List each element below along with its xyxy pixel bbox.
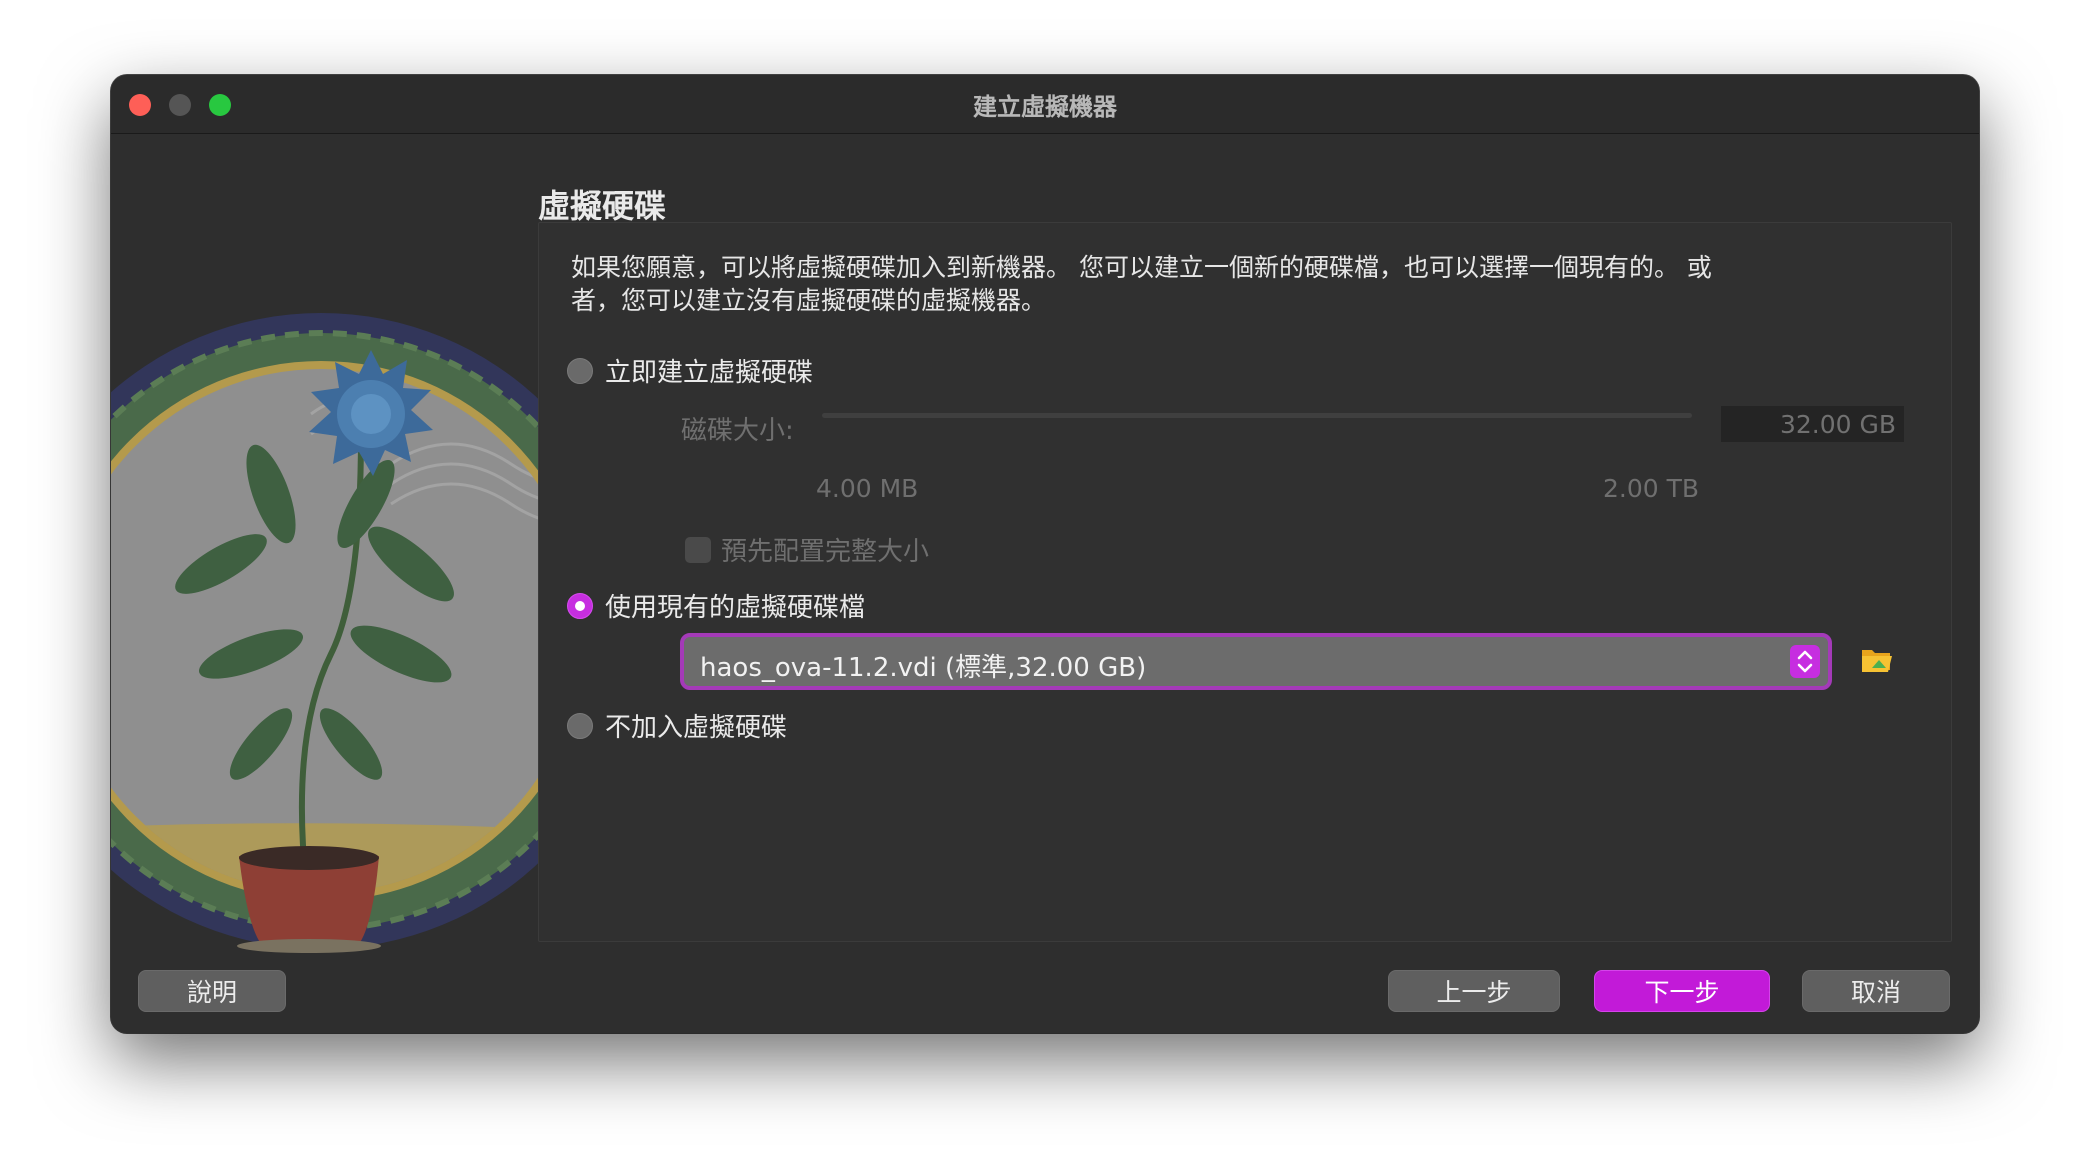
existing-disk-selected-value: haos_ova-11.2.vdi (標準,32.00 GB) [700,653,1147,683]
options-panel [538,222,1952,942]
existing-disk-select[interactable]: haos_ova-11.2.vdi (標準,32.00 GB) [680,633,1832,690]
create-new-disk-option[interactable]: 立即建立虛擬硬碟 [567,352,813,389]
no-disk-option[interactable]: 不加入虛擬硬碟 [567,707,787,744]
no-disk-radio[interactable] [567,712,593,739]
use-existing-disk-option[interactable]: 使用現有的虛擬硬碟檔 [567,587,865,624]
disk-size-min-label: 4.00 MB [816,474,919,503]
radio-selected-dot [575,600,585,611]
disk-size-label: 磁碟大小: [681,416,794,446]
no-disk-label: 不加入虛擬硬碟 [605,713,788,743]
page-title: 虛擬硬碟 [538,187,667,225]
window-title: 建立虛擬機器 [973,93,1117,121]
prealloc-option: 預先配置完整大小 [685,531,929,568]
use-existing-disk-radio[interactable] [567,592,593,619]
prealloc-label: 預先配置完整大小 [721,537,930,567]
disk-size-input: 32.00 GB [1721,406,1904,442]
title-bar: 建立虛擬機器 [111,75,1979,134]
chevron-up-down-icon[interactable] [1790,645,1820,678]
prealloc-checkbox [685,536,711,563]
create-new-disk-radio[interactable] [567,357,593,384]
create-new-disk-label: 立即建立虛擬硬碟 [605,358,814,388]
disk-size-max-label: 2.00 TB [1603,474,1700,503]
choose-disk-file-button[interactable] [1860,642,1894,676]
cancel-button[interactable]: 取消 [1802,970,1950,1012]
folder-open-icon [1862,650,1892,672]
next-button[interactable]: 下一步 [1594,970,1770,1012]
page-description: 如果您願意，可以將虛擬硬碟加入到新機器。 您可以建立一個新的硬碟檔，也可以選擇一… [571,253,1712,315]
use-existing-disk-label: 使用現有的虛擬硬碟檔 [605,593,866,623]
help-button[interactable]: 說明 [138,970,286,1012]
back-button[interactable]: 上一步 [1388,970,1560,1012]
disk-size-slider [822,413,1692,418]
